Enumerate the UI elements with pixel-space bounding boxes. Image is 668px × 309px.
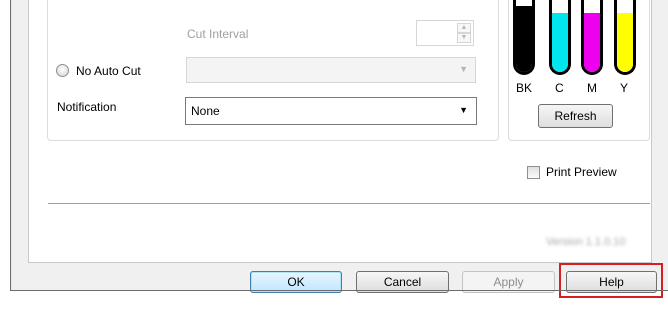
ink-fill-c (552, 12, 568, 72)
ink-fill-bk (516, 5, 532, 72)
notification-dropdown[interactable]: None ▼ (185, 97, 477, 125)
no-auto-cut-label[interactable]: No Auto Cut (76, 64, 141, 78)
divider-highlight (48, 204, 650, 205)
notification-value: None (191, 104, 220, 118)
ink-label-m: M (587, 81, 597, 95)
print-preview-label[interactable]: Print Preview (546, 165, 617, 179)
print-preview-checkbox[interactable] (527, 166, 540, 179)
ink-cartridge-c (549, 0, 571, 75)
ink-cartridge-y (614, 0, 636, 75)
cut-interval-spinner[interactable]: ▲ ▼ (416, 20, 474, 46)
no-auto-cut-radio[interactable] (56, 64, 69, 77)
no-auto-cut-dropdown[interactable]: ▼ (186, 57, 476, 83)
version-text: Version 1.1.0.10 (546, 236, 626, 248)
ink-cartridge-bk (513, 0, 535, 75)
dialog-window: Cut Interval ▲ ▼ No Auto Cut ▼ Notificat… (0, 0, 668, 309)
ink-label-y: Y (620, 81, 629, 95)
help-button-highlight-box (559, 263, 663, 298)
ink-label-bk: BK (516, 81, 533, 95)
refresh-button[interactable]: Refresh (538, 104, 613, 128)
ink-cartridge-m (581, 0, 603, 75)
ink-fill-y (617, 12, 633, 72)
window-left-edge-highlight (11, 0, 12, 290)
chevron-down-icon: ▼ (459, 64, 468, 74)
notification-label: Notification (57, 100, 117, 114)
cut-interval-label: Cut Interval (187, 27, 249, 41)
spinner-down-icon[interactable]: ▼ (457, 33, 471, 43)
spinner-up-icon[interactable]: ▲ (457, 23, 471, 33)
chevron-down-icon: ▼ (459, 105, 468, 115)
window-bottom-edge (10, 290, 668, 291)
ink-label-c: C (555, 81, 564, 95)
ink-fill-m (584, 12, 600, 72)
